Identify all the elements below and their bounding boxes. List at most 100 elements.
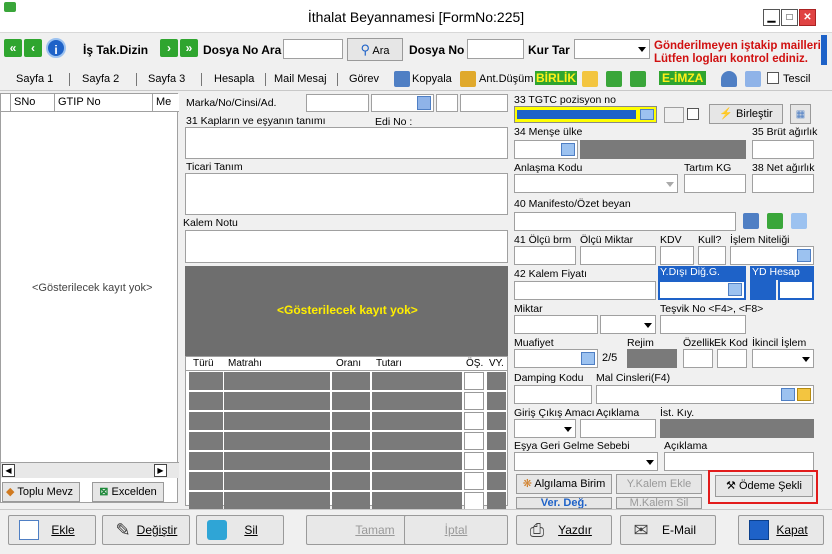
degistir-button[interactable]: ✎ Değiştir [102,515,190,545]
manifesto-refresh-icon[interactable] [791,213,807,229]
tab-sayfa-2[interactable]: Sayfa 2 [82,73,119,85]
net-input[interactable] [752,174,814,193]
tax-cell[interactable] [464,432,484,450]
tesvik-input[interactable] [660,315,746,334]
manifesto-input[interactable] [514,212,736,231]
scroll-right-icon[interactable]: ▶ [154,464,167,477]
grid-header-gtip[interactable]: GTIP No [55,94,153,112]
kalem-fiyati-input[interactable] [514,281,656,300]
kapat-button[interactable]: Kapat [738,515,824,545]
eimza-button[interactable]: E-İMZA [659,71,707,85]
kull-input[interactable] [698,246,726,265]
manifesto-list-icon[interactable] [743,213,759,229]
miktar-input[interactable] [514,315,598,334]
tab-gorev[interactable]: Görev [349,73,379,85]
gtc-input[interactable] [514,106,657,123]
info-icon[interactable]: i [46,38,66,58]
sil-button[interactable]: Sil [196,515,284,545]
dosya-no-ara-input[interactable] [283,39,343,59]
muafiyet-lookup-icon[interactable] [581,352,595,365]
tab-ant-dusum[interactable]: Ant.Düşüm [479,73,533,85]
tax-cell[interactable] [464,412,484,430]
first-record-icon[interactable]: « [4,39,22,57]
marka-input-3[interactable] [436,94,458,112]
mense-input[interactable] [514,140,578,159]
m-kalem-sil-button[interactable]: M.Kalem Sil [616,497,702,509]
manifesto-grid-icon[interactable] [767,213,783,229]
stamp-icon[interactable] [721,71,737,87]
tax-cell[interactable] [464,492,484,510]
kdv-input[interactable] [660,246,694,265]
email-button[interactable]: ✉ E-Mail [620,515,716,545]
tab-hesapla[interactable]: Hesapla [214,73,254,85]
esya-geri-select[interactable] [514,452,658,471]
dosya-no-input[interactable] [467,39,524,59]
olcu-miktar-input[interactable] [580,246,656,265]
gtc-lookup-icon[interactable] [640,109,654,120]
yd-hesap-code[interactable] [750,280,776,300]
prev-record-icon[interactable]: ‹ [24,39,42,57]
anlasma-select[interactable] [514,174,678,193]
ekle-button[interactable]: Ekle [8,515,96,545]
download-folder-icon[interactable] [630,71,646,87]
y-kalem-ekle-button[interactable]: Y.Kalem Ekle [616,474,702,494]
ikincil-islem-select[interactable] [752,349,814,368]
ydisi-lookup-icon[interactable] [728,283,742,296]
horizontal-scrollbar[interactable]: ◀ ▶ [1,462,179,478]
excelden-button[interactable]: ⊠ Excelden [92,482,164,502]
edit-icon[interactable] [417,96,431,110]
ek-kod-input[interactable] [717,349,747,368]
tab-sayfa-1[interactable]: Sayfa 1 [16,73,53,85]
tax-cell[interactable] [464,392,484,410]
marka-input-2[interactable] [371,94,434,112]
close-button[interactable]: ✕ [799,9,816,26]
maximize-button[interactable]: □ [781,9,798,26]
minimize-button[interactable]: ▁ [763,9,780,26]
yd-hesap-input[interactable] [778,280,814,300]
aciklama2-input[interactable] [664,452,814,471]
muafiyet-input[interactable] [514,349,598,368]
yazdir-button[interactable]: ⎙ Yazdır [516,515,612,545]
tartim-input[interactable] [684,174,746,193]
tax-grid[interactable]: Türü Matrahı Oranı Tutarı ÖŞ. VY. [185,356,508,510]
preview-icon[interactable] [745,71,761,87]
ozellik-input[interactable] [683,349,713,368]
ydisi-input[interactable] [658,280,746,300]
grid-header-sno[interactable]: SNo [11,94,55,112]
next-record-icon[interactable]: › [160,39,178,57]
tax-cell[interactable] [464,452,484,470]
birlestir-button[interactable]: ⚡ Birleştir [709,104,783,124]
marka-input-1[interactable] [306,94,369,112]
kaplar-textarea[interactable] [185,127,508,159]
item-list-grid[interactable]: SNo GTIP No Me <Gösterilecek kayıt yok> … [0,93,179,503]
calculator-button[interactable]: ▦ [790,104,811,124]
mal-cinsleri-edit-icon[interactable] [797,388,811,401]
ticari-tanim-textarea[interactable] [185,173,508,215]
brut-input[interactable] [752,140,814,159]
kur-tar-select[interactable] [574,39,650,59]
tescil-checkbox[interactable] [767,72,779,84]
giris-cikis-select[interactable] [514,419,576,438]
birlik-button[interactable]: BİRLİK [535,71,577,85]
scroll-left-icon[interactable]: ◀ [2,464,15,477]
tab-sayfa-3[interactable]: Sayfa 3 [148,73,185,85]
islem-niteligi-input[interactable] [730,246,814,265]
marka-input-4[interactable] [460,94,508,112]
ver-deg-button[interactable]: Ver. Değ. [516,497,612,509]
damping-input[interactable] [514,385,592,404]
grid-header-me[interactable]: Me [153,94,179,112]
upload-folder-icon[interactable] [606,71,622,87]
folder-icon[interactable] [582,71,598,87]
last-record-icon[interactable]: » [180,39,198,57]
toplu-mevz-button[interactable]: ◆ Toplu Mevz [2,482,80,502]
miktar-unit-select[interactable] [600,315,656,334]
tab-mail-mesaj[interactable]: Mail Mesaj [274,73,327,85]
kalem-notu-textarea[interactable] [185,230,508,263]
gtc-checkbox[interactable] [687,108,699,120]
iptal-button[interactable]: İptal [404,515,508,545]
tax-cell[interactable] [464,472,484,490]
islem-lookup-icon[interactable] [797,249,811,262]
mense-lookup-icon[interactable] [561,143,575,156]
mal-cinsleri-input[interactable] [596,385,814,404]
algilama-birim-button[interactable]: ❋ Algılama Birim [516,474,612,494]
